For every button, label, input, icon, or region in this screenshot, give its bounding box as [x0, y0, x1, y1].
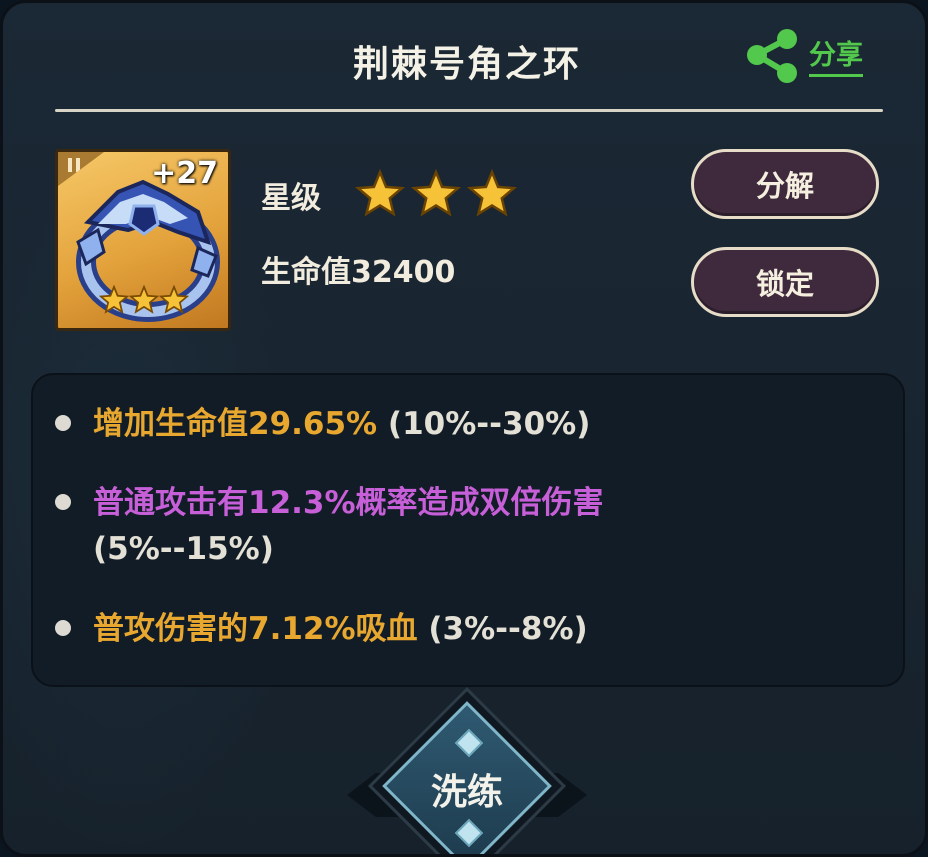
- refine-area: 洗练: [3, 687, 925, 854]
- attribute-range: (5%--15%): [93, 531, 274, 567]
- attribute-text: 增加生命值29.65%: [93, 406, 378, 442]
- title-divider: [55, 109, 883, 112]
- hp-value: 生命值32400: [261, 255, 456, 290]
- lock-button[interactable]: 锁定: [691, 247, 879, 317]
- share-icon: [747, 29, 797, 83]
- star-level-stars: [355, 169, 517, 219]
- attribute-bullet: [55, 494, 71, 510]
- equipment-detail-panel: 荆棘号角之环 分享 +27 星级 生命值32400 分解 锁定 增加生命值29.…: [0, 0, 928, 857]
- star-icon: [411, 169, 461, 217]
- attribute-bullet: [55, 415, 71, 431]
- enhance-level: +27: [151, 156, 218, 191]
- attribute-row: 普通攻击有12.3%概率造成双倍伤害 (5%--15%): [93, 480, 873, 572]
- attribute-text: 普攻伤害的7.12%吸血: [93, 611, 418, 647]
- star-icon: [159, 285, 189, 314]
- star-level-label: 星级: [261, 181, 321, 216]
- attribute-row: 普攻伤害的7.12%吸血 (3%--8%): [93, 606, 873, 652]
- star-icon: [355, 169, 405, 217]
- star-icon: [467, 169, 517, 217]
- share-label: 分享: [809, 33, 863, 77]
- star-icon: [129, 285, 159, 314]
- item-rarity-stars: [55, 285, 189, 315]
- attribute-range: (3%--8%): [428, 611, 588, 647]
- attribute-range: (10%--30%): [387, 406, 591, 442]
- attribute-row: 增加生命值29.65% (10%--30%): [93, 401, 873, 447]
- attribute-text: 普通攻击有12.3%概率造成双倍伤害: [93, 485, 604, 521]
- refine-button-label[interactable]: 洗练: [407, 763, 527, 815]
- share-button[interactable]: 分享: [743, 27, 883, 83]
- attribute-bullet: [55, 620, 71, 636]
- decompose-button[interactable]: 分解: [691, 149, 879, 219]
- star-icon: [99, 285, 129, 314]
